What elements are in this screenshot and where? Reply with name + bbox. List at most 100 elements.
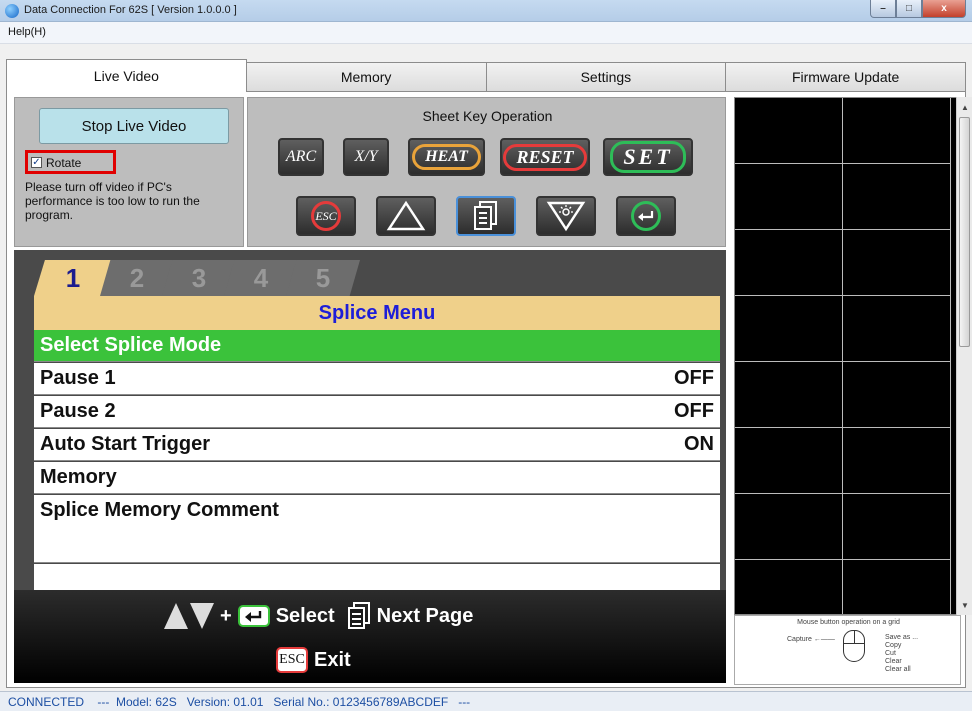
- menu-row-auto-start-trigger[interactable]: Auto Start Trigger ON: [34, 429, 720, 461]
- menu-row-label: Auto Start Trigger: [40, 433, 211, 455]
- option-clear-all: Clear all: [885, 666, 911, 673]
- grid-cell[interactable]: [735, 428, 843, 494]
- key-guide-footer: + Select Next Page ESC Exit: [14, 590, 726, 683]
- menu-row-pause-1[interactable]: Pause 1 OFF: [34, 363, 720, 395]
- grid-cell[interactable]: [843, 230, 951, 296]
- title-bar[interactable]: Data Connection For 62S [ Version 1.0.0.…: [0, 0, 972, 22]
- option-save-as: Save as ...: [885, 634, 919, 641]
- page-key[interactable]: [456, 196, 516, 236]
- page-tab-5[interactable]: 5: [286, 260, 360, 296]
- window-controls: – □ x: [870, 0, 966, 18]
- mouse-help-title: Mouse button operation on a grid: [797, 619, 900, 626]
- esc-icon: ESC: [276, 647, 308, 673]
- grid-cell[interactable]: [735, 98, 843, 164]
- tab-settings[interactable]: Settings: [486, 62, 727, 92]
- triangle-up-icon: [386, 200, 426, 231]
- xy-key[interactable]: X/Y: [343, 138, 389, 176]
- grid-cell[interactable]: [735, 230, 843, 296]
- menu-row-label: Splice Memory Comment: [40, 499, 279, 521]
- window-title: Data Connection For 62S [ Version 1.0.0.…: [24, 4, 237, 16]
- enter-icon: [631, 201, 661, 231]
- page-tab-3[interactable]: 3: [162, 260, 236, 296]
- grid-cell[interactable]: [735, 164, 843, 230]
- heat-key-label: HEAT: [412, 144, 481, 170]
- tab-memory[interactable]: Memory: [246, 62, 487, 92]
- grid-cell[interactable]: [735, 560, 843, 614]
- performance-warning: Please turn off video if PC's performanc…: [25, 180, 200, 222]
- guide-next-page-label: Next Page: [376, 604, 474, 627]
- capture-grid[interactable]: [734, 97, 961, 615]
- page-tab-4[interactable]: 4: [224, 260, 298, 296]
- arc-key[interactable]: ARC: [278, 138, 324, 176]
- scroll-down-icon[interactable]: ▼: [957, 597, 972, 613]
- page-tabs: 1 2 3 4 5: [14, 250, 726, 296]
- reset-key[interactable]: RESET: [500, 138, 590, 176]
- splice-menu-title: Splice Menu: [34, 296, 720, 330]
- option-copy: Copy: [885, 642, 902, 649]
- app-icon: [5, 4, 19, 18]
- sheet-key-title: Sheet Key Operation: [422, 108, 553, 124]
- menu-bar: Help(H): [0, 22, 972, 44]
- grid-cell[interactable]: [843, 428, 951, 494]
- stop-live-video-button[interactable]: Stop Live Video: [39, 108, 229, 144]
- guide-select-label: Select: [275, 604, 335, 627]
- grid-cell[interactable]: [843, 98, 951, 164]
- menu-row-pause-2[interactable]: Pause 2 OFF: [34, 396, 720, 428]
- sheet-key-panel: Sheet Key Operation ARC X/Y HEAT RESET S…: [247, 97, 726, 247]
- menu-row-value: OFF: [674, 400, 714, 422]
- reset-key-label: RESET: [503, 143, 587, 171]
- minimize-button[interactable]: –: [870, 0, 896, 18]
- guide-select-line: + Select Next Page: [164, 598, 473, 634]
- guide-exit-label: Exit: [314, 648, 351, 671]
- rotate-label[interactable]: Rotate: [46, 156, 81, 170]
- close-button[interactable]: x: [922, 0, 966, 18]
- esc-key[interactable]: ESC: [296, 196, 356, 236]
- up-key[interactable]: [376, 196, 436, 236]
- menu-help[interactable]: Help(H): [8, 26, 46, 38]
- grid-cell[interactable]: [843, 560, 951, 614]
- maximize-button[interactable]: □: [896, 0, 922, 18]
- guide-exit-line: ESC Exit: [276, 644, 351, 676]
- menu-row-label: Memory: [40, 466, 117, 488]
- grid-cell[interactable]: [843, 296, 951, 362]
- enter-icon: [237, 605, 270, 627]
- tab-firmware-update[interactable]: Firmware Update: [726, 62, 966, 92]
- splicer-monitor: 1 2 3 4 5 Splice Menu Select Splice Mode…: [14, 250, 726, 683]
- grid-scrollbar[interactable]: ▲ ▼: [956, 97, 972, 615]
- set-key[interactable]: SET: [603, 138, 693, 176]
- video-control-panel: Stop Live Video ✓ Rotate Please turn off…: [14, 97, 244, 247]
- mouse-icon: [843, 630, 865, 662]
- grid-cell[interactable]: [735, 494, 843, 560]
- menu-row-label: Pause 1: [40, 367, 116, 389]
- option-clear: Clear: [885, 658, 902, 665]
- grid-cell[interactable]: [843, 164, 951, 230]
- guide-plus: +: [220, 604, 232, 627]
- main-tabs: Live Video Memory Settings Firmware Upda…: [6, 59, 966, 92]
- page-tab-1[interactable]: 1: [34, 260, 112, 296]
- capture-label: Capture: [787, 636, 812, 643]
- grid-cell[interactable]: [843, 362, 951, 428]
- brightness-down-key[interactable]: [536, 196, 596, 236]
- menu-row-select-splice-mode[interactable]: Select Splice Mode: [34, 330, 720, 362]
- menu-row-memory[interactable]: Memory: [34, 462, 720, 494]
- up-down-arrows-icon: [164, 603, 214, 629]
- menu-row-value: ON: [684, 433, 714, 455]
- grid-cell[interactable]: [843, 494, 951, 560]
- scroll-up-icon[interactable]: ▲: [957, 99, 972, 115]
- mouse-help-capture: Capture ←——: [787, 636, 835, 643]
- option-cut: Cut: [885, 650, 896, 657]
- menu-row-label: Select Splice Mode: [40, 334, 222, 356]
- menu-row-value: OFF: [674, 367, 714, 389]
- grid-cell[interactable]: [735, 362, 843, 428]
- page-tab-2[interactable]: 2: [100, 260, 174, 296]
- page-icon: [347, 602, 370, 629]
- brightness-down-icon: [546, 201, 586, 232]
- tab-live-video[interactable]: Live Video: [6, 59, 247, 92]
- heat-key[interactable]: HEAT: [408, 138, 485, 176]
- rotate-checkbox[interactable]: ✓: [31, 157, 42, 168]
- grid-cell[interactable]: [735, 296, 843, 362]
- enter-key[interactable]: [616, 196, 676, 236]
- menu-row-splice-memory-comment[interactable]: Splice Memory Comment: [34, 495, 720, 563]
- scroll-thumb[interactable]: [959, 117, 970, 347]
- mouse-help-panel: Mouse button operation on a grid Capture…: [734, 615, 961, 685]
